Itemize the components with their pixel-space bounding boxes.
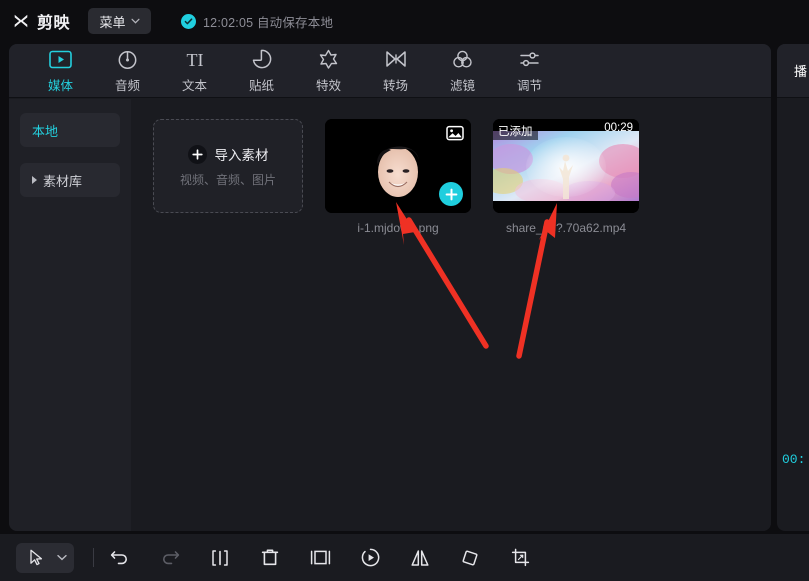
tab-label: 贴纸 [248,79,274,93]
effects-star-icon [317,47,341,71]
title-bar: 剪映 菜单 12:02:05 自动保存本地 [0,0,809,42]
tab-transition[interactable]: 转场 [362,46,429,96]
cursor-tool-group[interactable] [16,542,74,573]
duration-badge: 00:29 [604,122,633,134]
tab-filter[interactable]: 滤镜 [429,46,496,96]
sidebar-item-material-library[interactable]: 素材库 [20,163,120,197]
media-filename: i-1.mjdown.png [357,221,439,235]
media-thumbnail[interactable]: 已添加 00:29 [493,119,639,213]
sidebar-item-label: 素材库 [43,173,83,189]
adjust-sliders-icon [518,47,542,71]
trash-icon[interactable] [253,543,287,573]
sidebar-item-label: 本地 [32,123,59,139]
tab-adjust[interactable]: 调节 [496,46,563,96]
split-clip-icon[interactable] [203,543,237,573]
tab-text[interactable]: TI 文本 [161,46,228,96]
svg-text:TI: TI [186,50,203,69]
rotate-square-icon[interactable] [453,543,487,573]
panel-tabbar: 媒体 音频 TI 文本 贴纸 特效 转场 滤镜 调节 [9,44,771,98]
undo-button[interactable] [103,543,137,573]
crop-icon[interactable] [503,543,537,573]
media-play-rect-icon [49,47,73,71]
import-title: 导入素材 [214,148,269,163]
tab-label: 调节 [516,79,542,93]
media-grid: 导入素材 视频、音频、图片 i-1.mjdown.png 已添加 00:29 s… [131,99,771,531]
menu-dropdown-button[interactable]: 菜单 [88,8,152,34]
toolbar-divider [93,548,94,567]
media-item-video[interactable]: 已添加 00:29 share_65?.70a62.mp4 [493,119,639,235]
player-tabbar: 播 [777,44,809,98]
import-media-card[interactable]: 导入素材 视频、音频、图片 [153,119,303,213]
tab-label: 文本 [181,79,207,93]
triangle-right-icon [32,176,37,184]
added-status-badge: 已添加 [493,122,538,140]
app-logo: 剪映 [12,9,70,33]
autosave-status: 12:02:05 自动保存本地 [181,12,333,31]
filter-circles-icon [451,47,475,71]
chevron-down-icon [130,18,140,24]
media-panel: 媒体 音频 TI 文本 贴纸 特效 转场 滤镜 调节 本地 素材库 导入素材 视… [9,44,771,531]
tab-media[interactable]: 媒体 [27,46,94,96]
player-panel: 播 00: [777,44,809,531]
play-circle-icon[interactable] [353,543,387,573]
autosave-text: 12:02:05 自动保存本地 [203,15,334,30]
frame-panels-icon[interactable] [303,543,337,573]
media-item-image[interactable]: i-1.mjdown.png [325,119,471,235]
add-to-timeline-button[interactable] [439,182,463,206]
transition-bowtie-icon [384,47,408,71]
player-tab-label: 播 [794,64,808,79]
text-ti-icon: TI [183,47,207,71]
media-sidebar: 本地 素材库 [9,99,131,531]
tab-label: 音频 [114,79,140,93]
tab-label: 特效 [315,79,341,93]
audio-disc-icon [116,47,140,71]
cursor-arrow-icon[interactable] [19,543,53,573]
image-badge-icon [446,125,464,141]
media-filename: share_65?.70a62.mp4 [505,221,627,235]
sidebar-item-local[interactable]: 本地 [20,113,120,147]
import-row: 导入素材 [187,144,269,164]
media-thumbnail[interactable] [325,119,471,213]
redo-button[interactable] [153,543,187,573]
player-timecode: 00: [782,452,806,467]
tab-sticker[interactable]: 贴纸 [228,46,295,96]
jianying-logo-icon [12,12,30,30]
sticker-icon [250,47,274,71]
jianying-editor-window: 剪映 菜单 12:02:05 自动保存本地 媒体 音频 TI 文本 贴纸 特效 … [0,0,809,581]
timeline-toolbar [0,534,809,581]
tab-label: 转场 [382,79,408,93]
menu-label: 菜单 [99,14,126,30]
tab-label: 滤镜 [449,79,475,93]
tab-effects[interactable]: 特效 [295,46,362,96]
cursor-dropdown-chevron-down-icon[interactable] [53,543,71,573]
tab-audio[interactable]: 音频 [94,46,161,96]
mirror-flip-icon[interactable] [403,543,437,573]
tab-label: 媒体 [47,79,73,93]
panel-body: 本地 素材库 导入素材 视频、音频、图片 i-1.mjdown.png 已添加 … [9,99,771,531]
import-subtitle: 视频、音频、图片 [179,173,276,187]
app-title: 剪映 [37,15,71,32]
plus-icon [187,144,207,164]
check-circle-icon [181,13,197,29]
